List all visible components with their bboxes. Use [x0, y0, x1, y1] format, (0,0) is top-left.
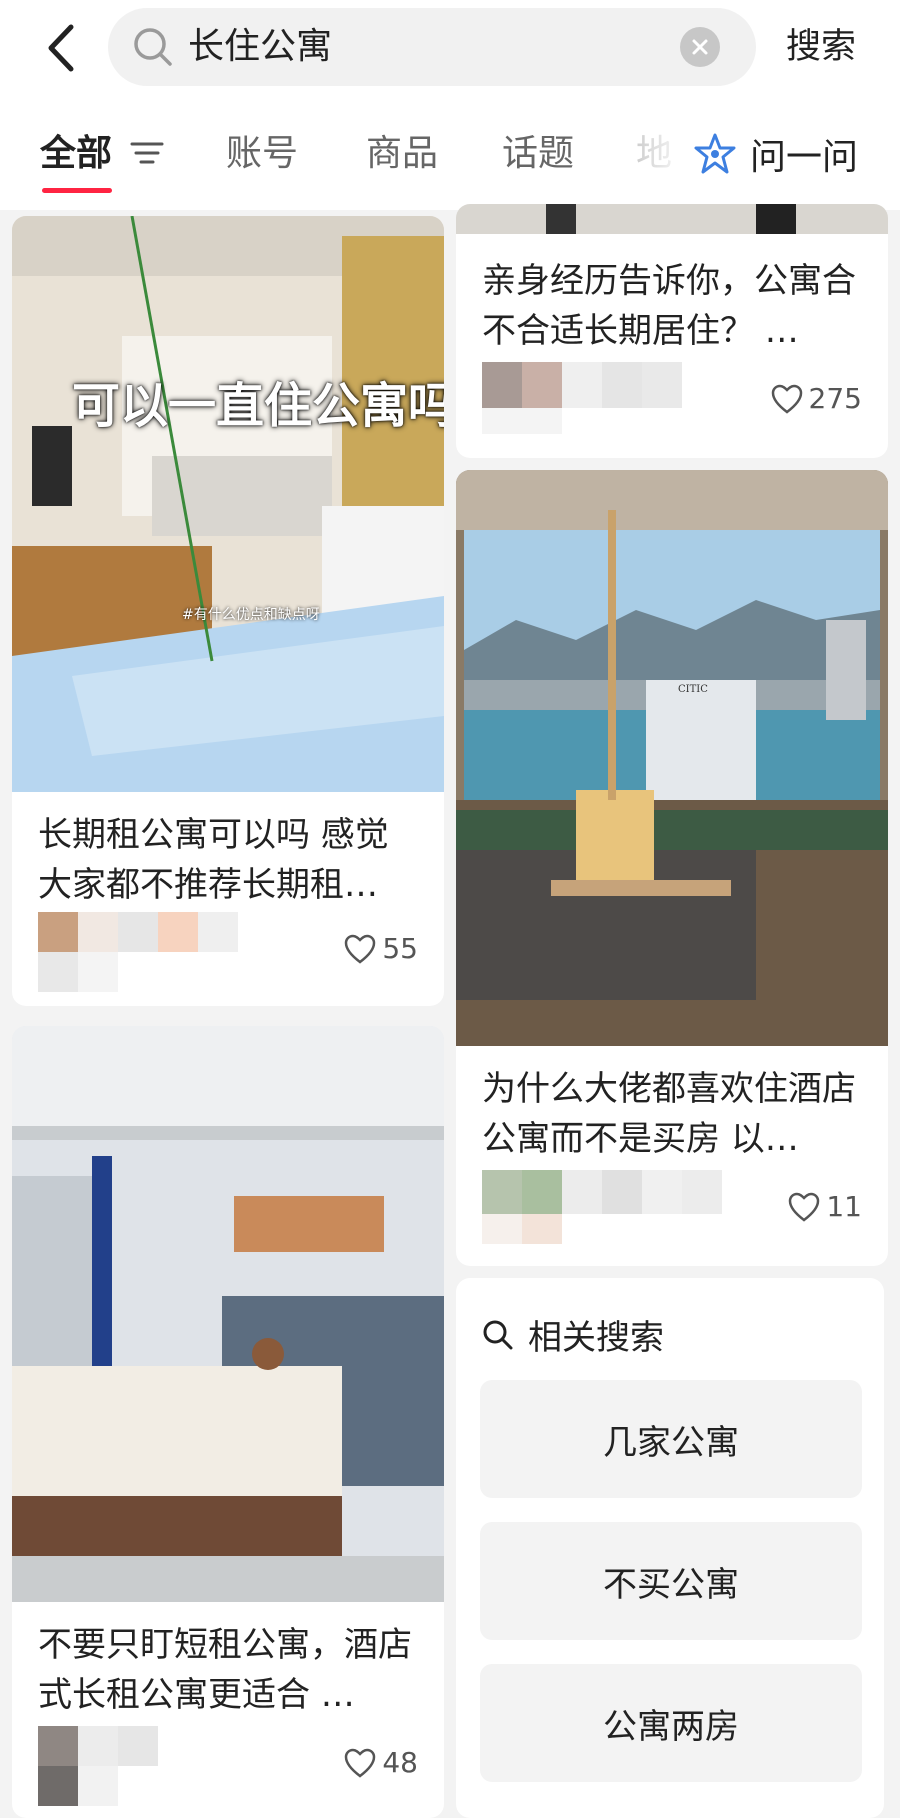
- note-card[interactable]: 可以一直住公寓吗 #有什么优点和缺点呀 长期租公寓可以吗 感觉大家都不推荐长期租…: [12, 216, 444, 1006]
- heart-icon: [789, 1192, 820, 1222]
- note-cover-image[interactable]: 可以一直住公寓吗 #有什么优点和缺点呀: [12, 216, 444, 792]
- like-button[interactable]: 275: [771, 382, 862, 415]
- sparkle-star-icon: [694, 133, 736, 174]
- building-sign: CITIC: [678, 684, 708, 695]
- tab-accounts[interactable]: 账号: [226, 118, 298, 190]
- cover-caption: 可以一直住公寓吗: [72, 378, 444, 434]
- note-meta: 275: [482, 362, 862, 442]
- cover-subcaption: #有什么优点和缺点呀: [182, 607, 320, 623]
- apartment-photo: [12, 216, 444, 792]
- note-card[interactable]: 不要只盯短租公寓，酒店式长租公寓更适合 … 48: [12, 1026, 444, 1818]
- note-card[interactable]: 亲身经历告诉你，公寓合不合适长期居住？ … 275: [456, 204, 888, 458]
- clear-search-button[interactable]: [680, 27, 720, 67]
- note-cover-image[interactable]: [12, 1026, 444, 1602]
- active-tab-indicator: [42, 188, 112, 193]
- tab-topics[interactable]: 话题: [502, 118, 574, 190]
- note-title: 为什么大佬都喜欢住酒店公寓而不是买房 以…: [482, 1069, 856, 1159]
- tab-all[interactable]: 全部: [40, 118, 112, 190]
- back-button[interactable]: [36, 20, 86, 76]
- note-cover-image[interactable]: [456, 204, 888, 234]
- cover-fragment: [546, 204, 576, 234]
- tab-products[interactable]: 商品: [366, 118, 438, 190]
- note-title: 长期租公寓可以吗 感觉大家都不推荐长期租…: [38, 815, 389, 905]
- note-cover-image[interactable]: CITIC: [456, 470, 888, 1046]
- related-search-item[interactable]: 不买公寓: [480, 1522, 862, 1640]
- like-count: 55: [382, 932, 418, 965]
- tabs-fade: [630, 118, 690, 194]
- cover-fragment: [756, 204, 796, 234]
- author-avatar-blurred: [482, 362, 732, 442]
- search-icon: [134, 28, 172, 66]
- heart-icon: [771, 384, 802, 414]
- like-button[interactable]: 11: [788, 1190, 862, 1223]
- heart-icon: [345, 934, 376, 964]
- bedroom-photo: [12, 1026, 444, 1602]
- search-icon: [483, 1320, 513, 1349]
- search-query: 长住公寓: [188, 26, 333, 67]
- related-searches-heading: 相关搜索: [482, 1310, 664, 1359]
- like-count: 275: [808, 382, 862, 415]
- related-searches-title: 相关搜索: [528, 1318, 664, 1358]
- note-card[interactable]: CITIC 为什么大佬都喜欢住酒店公寓而不是买房 以… 11: [456, 470, 888, 1266]
- like-button[interactable]: 55: [344, 932, 418, 965]
- like-count: 48: [382, 1746, 418, 1779]
- top-bar: 长住公寓 搜索 全部 账号 商品 话题 地 问一问: [0, 0, 900, 210]
- like-count: 11: [826, 1190, 862, 1223]
- note-meta: 48: [38, 1726, 418, 1806]
- related-searches-panel: 相关搜索 几家公寓 不买公寓 公寓两房: [456, 1278, 884, 1818]
- heart-icon: [345, 1748, 376, 1778]
- search-submit-button[interactable]: 搜索: [786, 18, 856, 76]
- related-search-item[interactable]: 几家公寓: [480, 1380, 862, 1498]
- author-avatar-blurred: [482, 1170, 732, 1250]
- city-view-photo: [456, 470, 888, 1046]
- note-meta: 11: [482, 1170, 862, 1250]
- close-icon: [692, 39, 708, 55]
- search-input[interactable]: 长住公寓: [108, 8, 756, 86]
- ask-button[interactable]: 问一问: [694, 118, 858, 190]
- author-avatar-blurred: [38, 912, 288, 992]
- note-title: 亲身经历告诉你，公寓合不合适长期居住？ …: [482, 261, 856, 351]
- note-title: 不要只盯短租公寓，酒店式长租公寓更适合 …: [38, 1625, 412, 1715]
- related-search-item[interactable]: 公寓两房: [480, 1664, 862, 1782]
- note-meta: 55: [38, 912, 418, 992]
- ask-label: 问一问: [750, 137, 859, 178]
- like-button[interactable]: 48: [344, 1746, 418, 1779]
- back-arrow-icon: [48, 24, 74, 72]
- author-avatar-blurred: [38, 1726, 288, 1806]
- filter-icon[interactable]: [130, 138, 164, 168]
